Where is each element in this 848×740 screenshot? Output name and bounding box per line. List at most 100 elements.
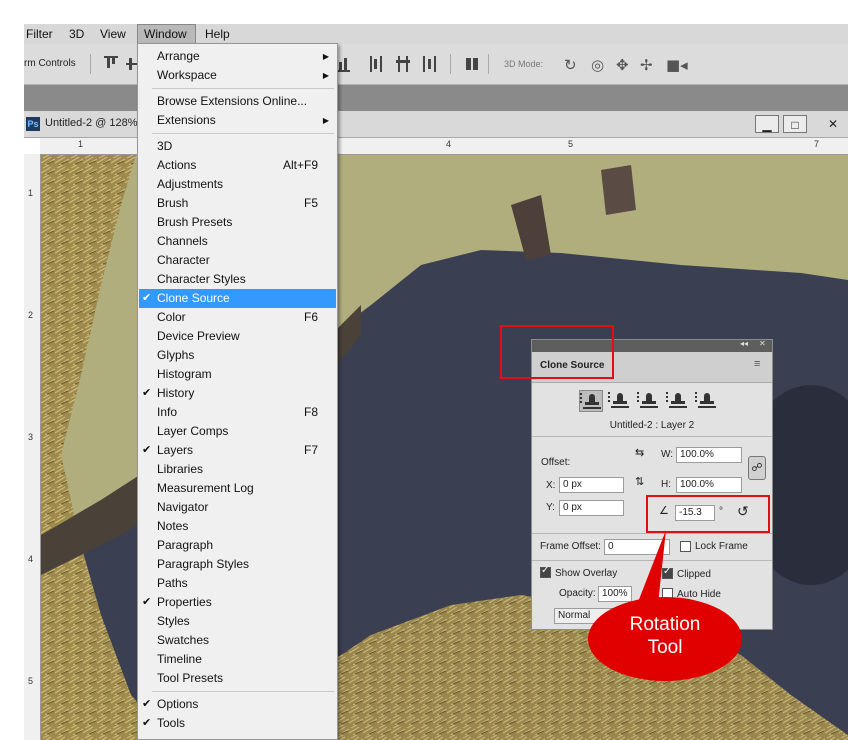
toolbar-separator: [90, 54, 91, 74]
clone-source-3-icon[interactable]: [637, 390, 661, 412]
menu-item-workspace[interactable]: Workspace ▶: [139, 66, 336, 85]
menu-item-label: Arrange: [157, 49, 200, 63]
lock-frame-checkbox[interactable]: [680, 541, 691, 552]
3d-rotate-icon[interactable]: ↻: [564, 56, 577, 74]
menu-item-label: Layers: [157, 443, 194, 457]
menu-item-paths[interactable]: Paths: [139, 574, 336, 593]
menu-item-info[interactable]: Info F8: [139, 403, 336, 422]
menu-item-paragraph-styles[interactable]: Paragraph Styles: [139, 555, 336, 574]
clone-source-5-icon[interactable]: [695, 390, 719, 412]
transform-controls-label[interactable]: rm Controls: [24, 58, 76, 69]
menu-item-brush[interactable]: Brush F5: [139, 194, 336, 213]
maximize-button[interactable]: □: [783, 115, 807, 133]
annotation-box-panel-title: [500, 325, 614, 379]
annotation-box-rotation: [646, 495, 770, 533]
auto-align-icon[interactable]: [466, 56, 480, 72]
menu-item-timeline[interactable]: Timeline: [139, 650, 336, 669]
menu-item-label: Channels: [157, 234, 208, 248]
menu-item-channels[interactable]: Channels: [139, 232, 336, 251]
menu-view[interactable]: View: [100, 24, 126, 44]
menu-item-color[interactable]: Color F6: [139, 308, 336, 327]
clone-source-4-icon[interactable]: [666, 390, 690, 412]
menu-item-measurement-log[interactable]: Measurement Log: [139, 479, 336, 498]
menu-item-arrange[interactable]: Arrange ▶: [139, 47, 336, 66]
menu-item-tools[interactable]: ✔ Tools: [139, 714, 336, 733]
menu-item-3d[interactable]: 3D: [139, 137, 336, 156]
3d-slide-icon[interactable]: ✢: [640, 56, 653, 74]
collapse-panel-button[interactable]: ◂◂: [740, 339, 748, 348]
clone-source-1-icon[interactable]: [579, 390, 603, 412]
menu-item-label: Actions: [157, 158, 197, 172]
menu-item-device-preview[interactable]: Device Preview: [139, 327, 336, 346]
menu-item-properties[interactable]: ✔ Properties: [139, 593, 336, 612]
x-offset-input[interactable]: 0 px: [559, 477, 624, 493]
menu-item-label: Extensions: [157, 113, 216, 127]
distribute-hcenter-icon[interactable]: [396, 56, 410, 72]
menu-item-label: Paragraph: [157, 538, 214, 552]
menu-item-label: Workspace: [157, 68, 217, 82]
menu-item-actions[interactable]: Actions Alt+F9: [139, 156, 336, 175]
menu-item-styles[interactable]: Styles: [139, 612, 336, 631]
align-top-icon[interactable]: [104, 56, 118, 72]
3d-roll-icon[interactable]: ◎: [591, 56, 604, 74]
menu-item-layers[interactable]: ✔ Layers F7: [139, 441, 336, 460]
minimize-button[interactable]: ▁: [755, 115, 779, 133]
show-overlay-checkbox[interactable]: [540, 565, 551, 578]
menu-item-glyphs[interactable]: Glyphs: [139, 346, 336, 365]
distribute-left-icon[interactable]: [370, 56, 384, 72]
menu-item-label: Layer Comps: [157, 424, 229, 438]
menu-item-navigator[interactable]: Navigator: [139, 498, 336, 517]
menu-separator: [152, 691, 334, 692]
menu-item-browse-extensions-online[interactable]: Browse Extensions Online...: [139, 92, 336, 111]
menu-filter[interactable]: Filter: [26, 24, 53, 44]
menu-item-label: Character: [157, 253, 210, 267]
3d-scale-icon[interactable]: ■◂: [666, 56, 688, 74]
menu-item-adjustments[interactable]: Adjustments: [139, 175, 336, 194]
menu-item-tool-presets[interactable]: Tool Presets: [139, 669, 336, 688]
align-bottom-icon[interactable]: [336, 56, 350, 72]
menu-item-libraries[interactable]: Libraries: [139, 460, 336, 479]
menu-window[interactable]: Window: [137, 24, 196, 44]
menu-item-history[interactable]: ✔ History: [139, 384, 336, 403]
maintain-aspect-link-icon[interactable]: ☍: [748, 456, 766, 480]
menu-item-paragraph[interactable]: Paragraph: [139, 536, 336, 555]
menu-item-label: Glyphs: [157, 348, 195, 362]
height-scale-input[interactable]: 100.0%: [676, 477, 742, 493]
menu-item-histogram[interactable]: Histogram: [139, 365, 336, 384]
panel-menu-icon[interactable]: ≡: [754, 358, 760, 370]
menu-item-layer-comps[interactable]: Layer Comps: [139, 422, 336, 441]
menu-item-brush-presets[interactable]: Brush Presets: [139, 213, 336, 232]
rotation-tool-callout: Rotation Tool: [588, 597, 742, 681]
menu-help[interactable]: Help: [205, 24, 230, 44]
3d-pan-icon[interactable]: ✥: [616, 56, 629, 74]
close-button[interactable]: ✕: [821, 115, 845, 133]
width-label: W:: [661, 449, 674, 460]
menu-item-clone-source[interactable]: ✔ Clone Source: [139, 289, 336, 308]
width-scale-input[interactable]: 100.0%: [676, 447, 742, 463]
distribute-right-icon[interactable]: [422, 56, 436, 72]
menu-item-label: Paths: [157, 576, 188, 590]
flip-vertical-icon[interactable]: ⇅: [635, 475, 644, 488]
close-panel-button[interactable]: ✕: [759, 339, 766, 348]
y-offset-input[interactable]: 0 px: [559, 500, 624, 516]
checkmark-icon: ✔: [142, 717, 152, 729]
menu-item-label: Histogram: [157, 367, 212, 381]
flip-horizontal-icon[interactable]: ⇆: [635, 446, 644, 459]
checkmark-icon: ✔: [142, 596, 152, 608]
ruler-label: 1: [78, 139, 84, 149]
menu-item-swatches[interactable]: Swatches: [139, 631, 336, 650]
menu-item-character-styles[interactable]: Character Styles: [139, 270, 336, 289]
menu-3d[interactable]: 3D: [69, 24, 84, 44]
menu-item-extensions[interactable]: Extensions ▶: [139, 111, 336, 130]
checkmark-icon: ✔: [142, 292, 152, 304]
ruler-label: 4: [446, 139, 452, 149]
menu-item-character[interactable]: Character: [139, 251, 336, 270]
clone-source-2-icon[interactable]: [608, 390, 632, 412]
menu-item-notes[interactable]: Notes: [139, 517, 336, 536]
photoshop-logo: Ps: [26, 117, 40, 131]
menu-item-label: Timeline: [157, 652, 202, 666]
menu-item-options[interactable]: ✔ Options: [139, 695, 336, 714]
callout-line-2: Tool: [647, 637, 683, 658]
document-tab-title[interactable]: Untitled-2 @ 128%: [45, 117, 138, 129]
panel-divider: [532, 436, 772, 437]
